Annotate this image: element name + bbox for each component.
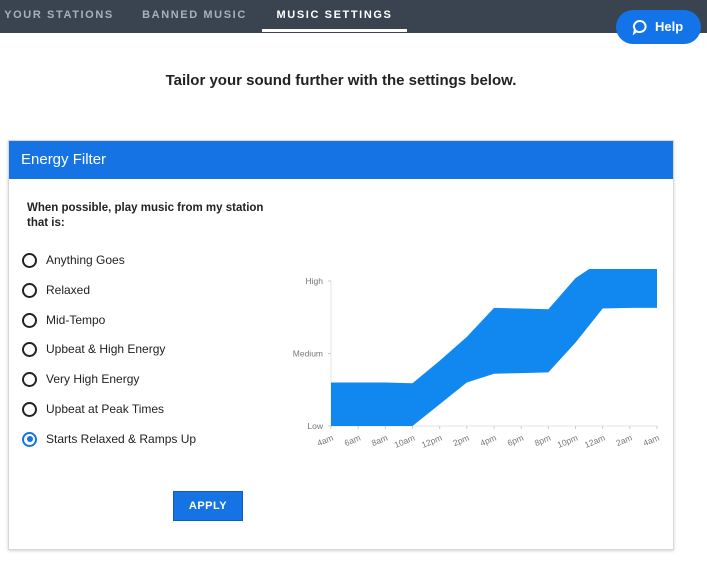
energy-prompt: When possible, play music from my statio… xyxy=(27,202,264,229)
x-tick-label: 4am xyxy=(316,433,335,448)
card-title: Energy Filter xyxy=(9,141,673,179)
x-tick-label: 6pm xyxy=(506,433,525,448)
x-tick-label: 8pm xyxy=(533,433,552,448)
energy-option[interactable]: Mid-Tempo xyxy=(22,311,105,329)
energy-option[interactable]: Upbeat at Peak Times xyxy=(22,400,164,418)
energy-filter-card: Energy Filter When possible, play music … xyxy=(8,140,674,550)
x-tick-label: 2pm xyxy=(451,433,470,448)
radio-unselected[interactable] xyxy=(22,282,37,298)
x-tick-label: 12am xyxy=(583,433,606,450)
energy-option[interactable]: Upbeat & High Energy xyxy=(22,340,165,358)
help-button[interactable]: Help xyxy=(616,10,701,44)
x-tick-label: 8am xyxy=(370,433,389,448)
energy-option[interactable]: Starts Relaxed & Ramps Up xyxy=(22,430,196,448)
radio-selected[interactable] xyxy=(22,431,37,447)
x-tick-label: 10am xyxy=(393,433,416,450)
energy-option-label: Starts Relaxed & Ramps Up xyxy=(46,432,197,446)
x-tick-label: 2am xyxy=(614,433,633,448)
energy-option[interactable]: Relaxed xyxy=(22,281,90,299)
help-label: Help xyxy=(655,19,684,34)
radio-unselected[interactable] xyxy=(22,312,37,328)
x-tick-label: 4am xyxy=(642,433,661,448)
energy-option-label: Mid-Tempo xyxy=(46,313,106,327)
x-tick-label: 12pm xyxy=(420,433,443,450)
radio-unselected[interactable] xyxy=(22,341,37,357)
energy-chart: Low Medium High 4am 6am 8am 10am 12pm 2pm 4pm 6pm 8… xyxy=(293,269,661,450)
radio-unselected[interactable] xyxy=(22,371,37,387)
energy-option-label: Upbeat & High Energy xyxy=(46,342,166,356)
energy-option-label: Upbeat at Peak Times xyxy=(46,402,165,416)
energy-band-area xyxy=(331,269,657,426)
x-tick-label: 10pm xyxy=(556,433,579,450)
page-tagline: Tailor your sound further with the setti… xyxy=(165,72,517,89)
x-tick-label: 6am xyxy=(343,433,362,448)
radio-unselected[interactable] xyxy=(22,401,37,417)
y-tick-label: High xyxy=(306,276,324,286)
apply-button[interactable]: APPLY xyxy=(173,491,243,521)
tab-your-stations[interactable]: YOUR STATIONS xyxy=(0,0,118,33)
active-tab-indicator xyxy=(262,29,407,32)
energy-option-label: Very High Energy xyxy=(46,372,140,386)
x-tick-label: 4pm xyxy=(479,433,498,448)
tab-banned-music[interactable]: BANNED MUSIC xyxy=(127,0,262,33)
chat-bubble-icon xyxy=(632,19,647,35)
energy-option-label: Relaxed xyxy=(46,283,91,297)
y-tick-label: Low xyxy=(307,421,323,431)
energy-option-label: Anything Goes xyxy=(46,253,125,267)
top-navigation: YOUR STATIONS BANNED MUSIC MUSIC SETTING… xyxy=(0,0,707,33)
energy-option[interactable]: Anything Goes xyxy=(22,251,125,269)
energy-option[interactable]: Very High Energy xyxy=(22,370,139,388)
y-tick-label: Medium xyxy=(293,349,323,359)
radio-unselected[interactable] xyxy=(22,252,37,268)
